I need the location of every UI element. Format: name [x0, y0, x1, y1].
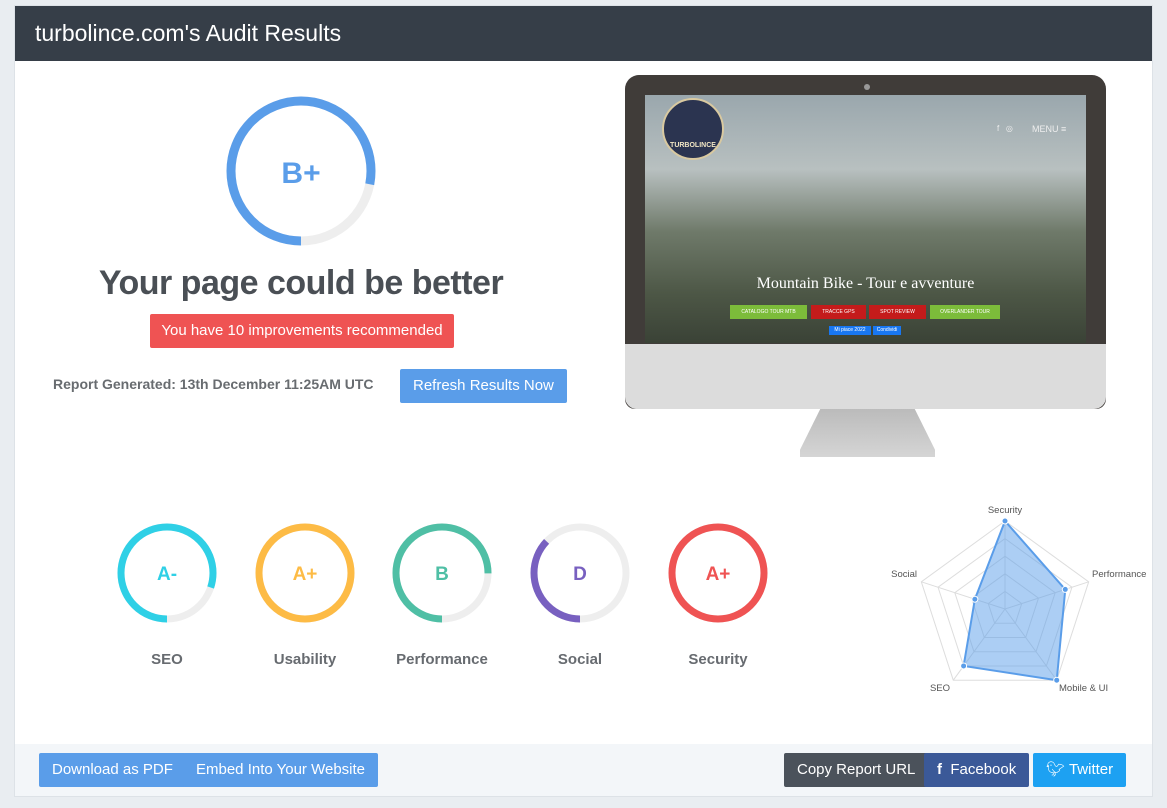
like-button: Mi piace 2022 [829, 326, 871, 335]
facebook-label: Facebook [950, 761, 1017, 778]
radar-series-area [962, 519, 1067, 682]
site-title: Mountain Bike - Tour e avventure [756, 275, 975, 292]
download-pdf-button[interactable]: Download as PDF [39, 753, 186, 787]
report-generated: Report Generated: 13th December 11:25AM … [53, 376, 374, 392]
radar-point [960, 662, 968, 670]
radar-point [1061, 585, 1069, 593]
ring-grade: A+ [293, 564, 318, 585]
ring-label: Usability [273, 651, 337, 668]
overall-grade: B+ [281, 157, 320, 190]
social-icons: f ◎ [997, 124, 1013, 133]
site-button: CATALOGO TOUR MTB [730, 305, 807, 319]
refresh-results-button[interactable]: Refresh Results Now [400, 369, 567, 403]
radar-chart: Security Performance Mobile & UI SEO Social [891, 505, 1146, 694]
radar-axis-label: SEO [930, 683, 950, 694]
score-ring-performance: B [392, 523, 492, 623]
score-ring-seo: A- [117, 523, 217, 623]
ring-grade: A+ [706, 564, 731, 585]
site-button: OVERLANDER TOUR [930, 305, 1000, 319]
radar-axis-label: Performance [1092, 569, 1146, 580]
monitor-stand [800, 409, 935, 457]
score-ring-usability: A+ [255, 523, 355, 623]
ring-grade: B [435, 564, 449, 585]
facebook-icon: f [937, 761, 942, 778]
website-preview: TURBOLINCE f ◎ MENU ≡ Mountain Bike - To… [645, 95, 1086, 343]
twitter-icon: 🐦︎ [1046, 761, 1066, 778]
ring-label: SEO [151, 651, 183, 668]
share-button: Condividi [873, 326, 901, 335]
ring-label: Social [557, 651, 603, 668]
ring-label: Security [688, 651, 748, 668]
ring-grade: D [573, 564, 587, 585]
radar-point [971, 595, 979, 603]
radar-axis-label: Mobile & UI [1059, 683, 1108, 694]
headline: Your page could be better [98, 264, 504, 302]
score-ring-social: D [530, 523, 630, 623]
site-button: TRACCE GPS [811, 305, 866, 319]
ring-grade: A- [157, 564, 177, 585]
page-title: turbolince.com's Audit Results [15, 6, 1152, 61]
score-ring-security: A+ [668, 523, 768, 623]
copy-report-url-button[interactable]: Copy Report URL [784, 753, 929, 787]
audit-panel: turbolince.com's Audit Results B+ Your p… [14, 5, 1153, 797]
overall-grade-gauge: B+ [226, 96, 376, 246]
site-logo: TURBOLINCE [662, 98, 724, 160]
improvements-badge: You have 10 improvements recommended [150, 314, 454, 348]
site-menu: MENU ≡ [1032, 124, 1067, 134]
embed-button[interactable]: Embed Into Your Website [183, 753, 378, 787]
facebook-button[interactable]: f Facebook [924, 753, 1030, 787]
twitter-button[interactable]: 🐦︎ Twitter [1033, 753, 1127, 787]
ring-label: Performance [396, 651, 488, 668]
site-button: SPOT REVIEW [869, 305, 926, 319]
radar-point [1001, 517, 1009, 525]
radar-axis-label: Security [988, 505, 1023, 516]
logo-text: TURBOLINCE [670, 142, 716, 149]
twitter-label: Twitter [1068, 761, 1114, 778]
footer-bar: Download as PDF Embed Into Your Website … [15, 744, 1152, 796]
camera-dot [864, 84, 870, 90]
radar-axis-label: Social [891, 569, 917, 580]
monitor-chin [625, 344, 1106, 409]
